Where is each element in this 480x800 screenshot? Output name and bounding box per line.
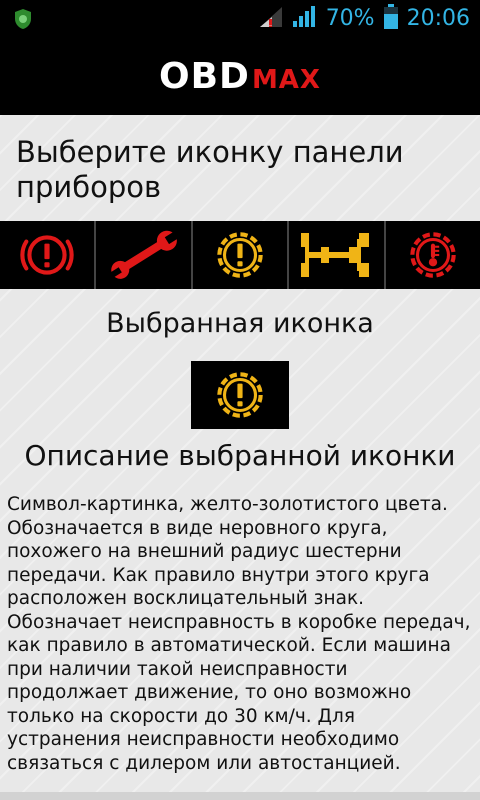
app-header: OBD MAX <box>0 38 480 115</box>
app-logo: OBD MAX <box>159 56 321 97</box>
transmission-warning-icon <box>217 372 263 418</box>
page-title: Выберите иконку панели приборов <box>16 135 404 204</box>
status-bar: 70% 20:06 <box>0 0 480 38</box>
temperature-warning-icon <box>410 232 456 278</box>
selected-icon-heading: Выбранная иконка <box>106 308 374 339</box>
selected-icon-preview <box>191 361 289 429</box>
logo-obd-text: OBD <box>159 56 250 97</box>
wifi-signal-icon <box>292 5 318 33</box>
description-heading: Описание выбранной иконки <box>24 439 456 472</box>
notification-app-icon <box>12 8 34 34</box>
transmission-warning-icon <box>217 232 263 278</box>
clock: 20:06 <box>406 6 470 31</box>
icon-option-drivetrain[interactable] <box>289 221 386 289</box>
signal-icon <box>258 5 284 33</box>
wrench-icon <box>109 229 181 279</box>
icon-option-wrench[interactable] <box>96 221 193 289</box>
logo-max-text: MAX <box>251 65 321 95</box>
bottom-divider <box>0 792 480 800</box>
icon-option-transmission[interactable] <box>193 221 290 289</box>
battery-percent: 70% <box>325 6 375 31</box>
icon-option-temperature[interactable] <box>386 221 480 289</box>
icon-strip <box>0 221 480 289</box>
brake-warning-icon <box>20 235 74 275</box>
description-text: Символ-картинка, желто-золотистого цвета… <box>7 494 471 774</box>
battery-icon <box>383 4 399 34</box>
drivetrain-icon <box>301 233 370 277</box>
main-content: Выберите иконку панели приборов Выбранна… <box>0 115 480 800</box>
icon-option-brake-warning[interactable] <box>0 221 97 289</box>
